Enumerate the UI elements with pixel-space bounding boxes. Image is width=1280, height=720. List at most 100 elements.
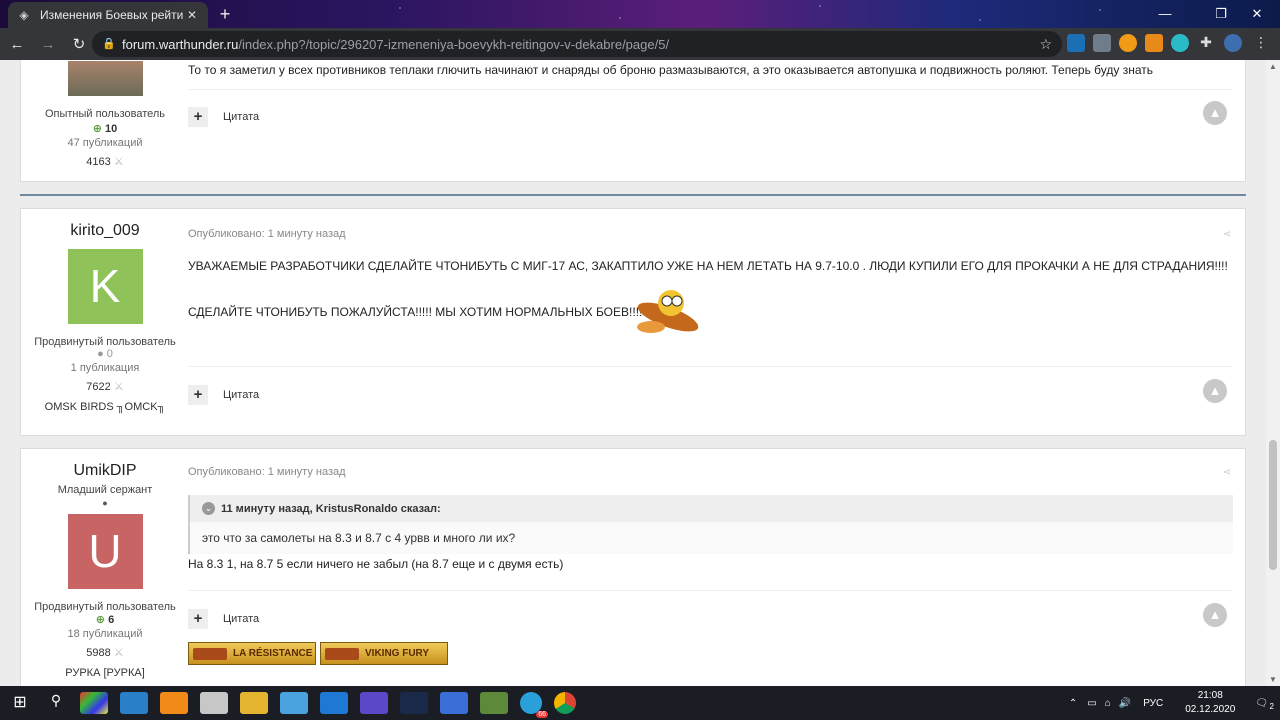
points-value: 7622 bbox=[86, 381, 111, 393]
extension-off-icon[interactable] bbox=[1145, 34, 1163, 52]
extensions-puzzle-icon[interactable]: ✚ bbox=[1197, 34, 1215, 52]
telegram-icon[interactable]: 66 bbox=[520, 692, 548, 718]
multiquote-plus-icon[interactable]: + bbox=[188, 385, 208, 405]
forum-post-2: kirito_009 K Продвинутый пользователь ● … bbox=[20, 208, 1246, 436]
clock[interactable]: 21:08 02.12.2020 bbox=[1185, 689, 1235, 717]
author-points: 7622 ⚔ bbox=[21, 380, 189, 393]
signature-badge-la-resistance: LA RÉSISTANCE bbox=[188, 642, 316, 665]
menu-kebab-icon[interactable]: ⋮ bbox=[1252, 34, 1270, 52]
post-body: То то я заметил у всех противников тепла… bbox=[188, 63, 1153, 77]
profile-avatar[interactable] bbox=[1224, 34, 1242, 52]
author-clan: РУРКА [РУРКА] bbox=[65, 667, 145, 679]
multiquote-plus-icon[interactable]: + bbox=[188, 107, 208, 127]
back-icon[interactable]: ← bbox=[3, 30, 31, 58]
network-icon[interactable]: ⌂ bbox=[1105, 698, 1111, 709]
post-separator bbox=[188, 89, 1233, 90]
quote-collapse-icon[interactable]: ⌄ bbox=[202, 502, 215, 515]
author-reputation: ⊕ 10 bbox=[21, 122, 189, 135]
page-scrollbar[interactable]: ▲ ▼ bbox=[1266, 60, 1280, 686]
forum-post-3: UmikDIP Младший сержант ● U Продвинутый … bbox=[20, 448, 1246, 686]
browser-tab-active[interactable]: ◈ Изменения Боевых рейтингов в ✕ bbox=[8, 2, 208, 28]
badge-label: VIKING FURY bbox=[365, 648, 430, 659]
upvote-icon[interactable]: ▲ bbox=[1203, 379, 1227, 403]
quote-label[interactable]: Цитата bbox=[223, 111, 259, 123]
extension-play-icon[interactable] bbox=[1119, 34, 1137, 52]
minecraft-icon[interactable] bbox=[480, 692, 508, 714]
multiquote-plus-icon[interactable]: + bbox=[188, 609, 208, 629]
crossed-swords-icon: ⚔ bbox=[113, 381, 124, 393]
new-tab-icon[interactable]: + bbox=[214, 4, 236, 26]
language-indicator[interactable]: РУС bbox=[1143, 698, 1163, 709]
reputation-plus-icon: ⊕ bbox=[92, 123, 102, 135]
steam-icon[interactable] bbox=[400, 692, 428, 714]
forum-post-1: Опытный пользователь ⊕ 10 47 публикаций … bbox=[20, 60, 1246, 182]
quote-label[interactable]: Цитата bbox=[223, 389, 259, 401]
extension-sh-icon[interactable] bbox=[1067, 34, 1085, 52]
extension-vpn-icon[interactable] bbox=[1171, 34, 1189, 52]
remote-desktop-icon[interactable] bbox=[440, 692, 468, 714]
author-reputation: ● 0 bbox=[21, 348, 189, 360]
author-avatar[interactable]: U bbox=[67, 514, 143, 589]
notifications-icon[interactable]: 🗨 2 bbox=[1255, 698, 1274, 711]
author-avatar-tank[interactable] bbox=[67, 61, 143, 96]
author-avatar[interactable]: K bbox=[67, 249, 143, 324]
mail-icon[interactable] bbox=[320, 692, 348, 714]
winrar-icon[interactable] bbox=[80, 692, 108, 714]
file-explorer-icon[interactable] bbox=[240, 692, 268, 714]
chrome-icon[interactable] bbox=[554, 692, 576, 714]
author-rank: Продвинутый пользователь bbox=[34, 336, 176, 348]
author-username[interactable]: UmikDIP bbox=[21, 462, 189, 480]
scroll-up-icon[interactable]: ▲ bbox=[1269, 62, 1277, 71]
tray-chevron-icon[interactable]: ⌃ bbox=[1069, 698, 1077, 709]
scroll-down-icon[interactable]: ▼ bbox=[1269, 675, 1277, 684]
points-value: 5988 bbox=[86, 647, 111, 659]
url-path: /index.php?/topic/296207-izmeneniya-boev… bbox=[238, 36, 670, 52]
app-icon-blue[interactable] bbox=[120, 692, 148, 714]
app-icon-grey[interactable] bbox=[200, 692, 228, 714]
search-icon[interactable]: ⚲ bbox=[44, 692, 68, 714]
share-icon[interactable]: ⋖ bbox=[1223, 467, 1231, 478]
post-body-line-2: СДЕЛАЙТЕ ЧТОНИБУТЬ ПОЖАЛУЙСТА!!!!! МЫ ХО… bbox=[188, 305, 643, 319]
dev-app-icon[interactable] bbox=[360, 692, 388, 714]
reputation-value: 6 bbox=[108, 614, 115, 626]
post-author-2: kirito_009 K Продвинутый пользователь ● … bbox=[21, 222, 189, 413]
battery-icon[interactable]: ▭ bbox=[1087, 698, 1096, 709]
quote-action[interactable]: + Цитата bbox=[188, 385, 259, 405]
clock-date: 02.12.2020 bbox=[1185, 704, 1236, 715]
upvote-icon[interactable]: ▲ bbox=[1203, 101, 1227, 125]
quote-text: это что за самолеты на 8.3 и 8.7 с 4 урв… bbox=[202, 531, 516, 545]
author-publications: 1 публикация bbox=[70, 362, 140, 374]
share-icon[interactable]: ⋖ bbox=[1223, 229, 1231, 240]
volume-icon[interactable]: 🔊 bbox=[1119, 698, 1131, 709]
upvote-icon[interactable]: ▲ bbox=[1203, 603, 1227, 627]
post-separator bbox=[188, 590, 1233, 591]
quote-header: ⌄ 11 минуту назад, KristusRonaldo сказал… bbox=[190, 495, 1233, 522]
signature-badge-viking-fury: VIKING FURY bbox=[320, 642, 448, 665]
bookmark-star-icon[interactable]: ☆ bbox=[1039, 36, 1052, 53]
author-rank: Продвинутый пользователь bbox=[34, 601, 176, 613]
online-status-icon: ● bbox=[102, 498, 108, 508]
address-bar[interactable]: 🔒 forum.warthunder.ru/index.php?/topic/2… bbox=[92, 31, 1062, 57]
post-author-1: Опытный пользователь ⊕ 10 47 публикаций … bbox=[21, 61, 189, 168]
sublime-icon[interactable] bbox=[160, 692, 188, 714]
close-window-icon[interactable]: ✕ bbox=[1234, 0, 1280, 28]
forward-icon[interactable]: → bbox=[34, 30, 62, 58]
quote-label[interactable]: Цитата bbox=[223, 613, 259, 625]
author-username[interactable]: kirito_009 bbox=[21, 222, 189, 240]
author-points: 5988 ⚔ bbox=[21, 646, 189, 659]
minimize-icon[interactable]: — bbox=[1142, 0, 1188, 28]
notepad-icon[interactable] bbox=[280, 692, 308, 714]
quote-action[interactable]: + Цитата bbox=[188, 609, 259, 629]
post-published-date: Опубликовано: 1 минуту назад bbox=[188, 466, 346, 478]
browser-titlebar: ◈ Изменения Боевых рейтингов в ✕ + — ❐ ✕ bbox=[0, 0, 1280, 28]
quote-action[interactable]: + Цитата bbox=[188, 107, 259, 127]
quoted-message: ⌄ 11 минуту назад, KristusRonaldo сказал… bbox=[188, 495, 1233, 554]
author-publications: 18 публикаций bbox=[67, 628, 143, 640]
windows-start-icon[interactable]: ⊞ bbox=[8, 692, 32, 714]
tab-close-icon[interactable]: ✕ bbox=[184, 7, 200, 23]
scrollbar-thumb[interactable] bbox=[1269, 440, 1277, 570]
windows-taskbar: ⊞ ⚲ 66 ⌃ ▭ ⌂ 🔊 РУС 21:08 02.12.2020 🗨 2 bbox=[0, 686, 1280, 720]
extension-gear-icon[interactable] bbox=[1093, 34, 1111, 52]
post-body: На 8.3 1, на 8.7 5 если ничего не забыл … bbox=[188, 557, 564, 571]
reload-icon[interactable]: ↻ bbox=[65, 30, 93, 58]
